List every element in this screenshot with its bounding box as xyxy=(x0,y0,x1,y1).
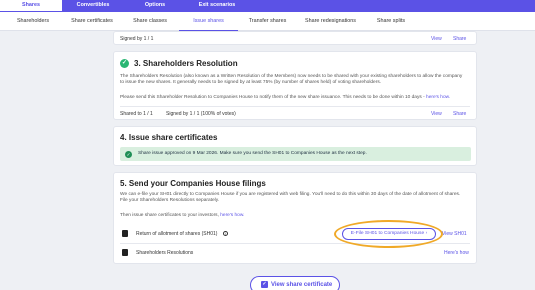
top-nav: Shares Convertibles Options Exit scenari… xyxy=(0,0,535,12)
step4-card: 4. Issue share certificates ✓ Share issu… xyxy=(113,126,477,166)
check-icon: ✓ xyxy=(120,59,129,68)
step5-description: We can e-file your SH01 directly to Comp… xyxy=(120,192,461,204)
tab-convertibles[interactable]: Convertibles xyxy=(62,0,124,12)
alert-text: Share issue approved on 9 Mar 2026. Make… xyxy=(138,151,367,156)
signed-status: Signed by 1 / 1 (100% of votes) xyxy=(166,111,236,117)
share-link[interactable]: Share xyxy=(453,36,466,42)
certificate-icon: ✓ xyxy=(261,281,268,288)
view-sh01-link[interactable]: View SH01 xyxy=(442,231,467,237)
step5-title: 5. Send your Companies House filings xyxy=(120,179,266,188)
view-share-certificate-button[interactable]: ✓ View share certificate xyxy=(250,276,340,290)
subtab-transfer-shares[interactable]: Transfer shares xyxy=(240,12,295,31)
divider xyxy=(120,106,470,107)
heres-how-link[interactable]: Here's how xyxy=(444,250,469,256)
step3-title: 3. Shareholders Resolution xyxy=(134,59,238,68)
info-icon[interactable]: i xyxy=(223,231,228,236)
subtab-share-certificates[interactable]: Share certificates xyxy=(64,12,120,31)
sh01-label: Return of allotment of shares (SH01) xyxy=(136,231,218,237)
step4-title: 4. Issue share certificates xyxy=(120,133,218,142)
tab-options[interactable]: Options xyxy=(124,0,186,12)
subtab-shareholders[interactable]: Shareholders xyxy=(5,12,61,31)
resolutions-label: Shareholders Resolutions xyxy=(136,250,194,256)
step5-card: 5. Send your Companies House filings We … xyxy=(113,172,477,264)
tab-shares[interactable]: Shares xyxy=(0,0,62,12)
step3-card: ✓ 3. Shareholders Resolution The Shareho… xyxy=(113,51,477,120)
signed-status: Signed by 1 / 1 xyxy=(120,36,154,42)
view-link[interactable]: View xyxy=(431,111,442,117)
shared-status: Shared to 1 / 1 xyxy=(120,111,153,117)
previous-step-card: Signed by 1 / 1 View Share xyxy=(113,31,477,45)
document-icon xyxy=(122,230,128,237)
step5-notice: Then issue share certificates to your in… xyxy=(120,213,245,218)
tab-exit-scenarios[interactable]: Exit scenarios xyxy=(186,0,248,12)
subtab-share-splits[interactable]: Share splits xyxy=(365,12,417,31)
step3-notice: Please send this Shareholder Resolution … xyxy=(120,95,451,100)
document-icon xyxy=(122,249,128,256)
view-link[interactable]: View xyxy=(431,36,442,42)
subtab-issue-shares[interactable]: Issue shares xyxy=(179,12,238,31)
heres-how-link[interactable]: here's how. xyxy=(220,213,244,218)
check-circle-icon: ✓ xyxy=(125,150,132,158)
highlight-ring xyxy=(334,220,443,248)
share-link[interactable]: Share xyxy=(453,111,466,117)
heres-how-link[interactable]: here's how. xyxy=(426,95,450,100)
subtab-share-redesignations[interactable]: Share redesignations xyxy=(298,12,363,31)
subtab-share-classes[interactable]: Share classes xyxy=(123,12,177,31)
sub-nav: Shareholders Share certificates Share cl… xyxy=(0,12,535,31)
step3-description: The Shareholders Resolution (also known … xyxy=(120,74,463,86)
success-alert: ✓ Share issue approved on 9 Mar 2026. Ma… xyxy=(120,147,471,161)
